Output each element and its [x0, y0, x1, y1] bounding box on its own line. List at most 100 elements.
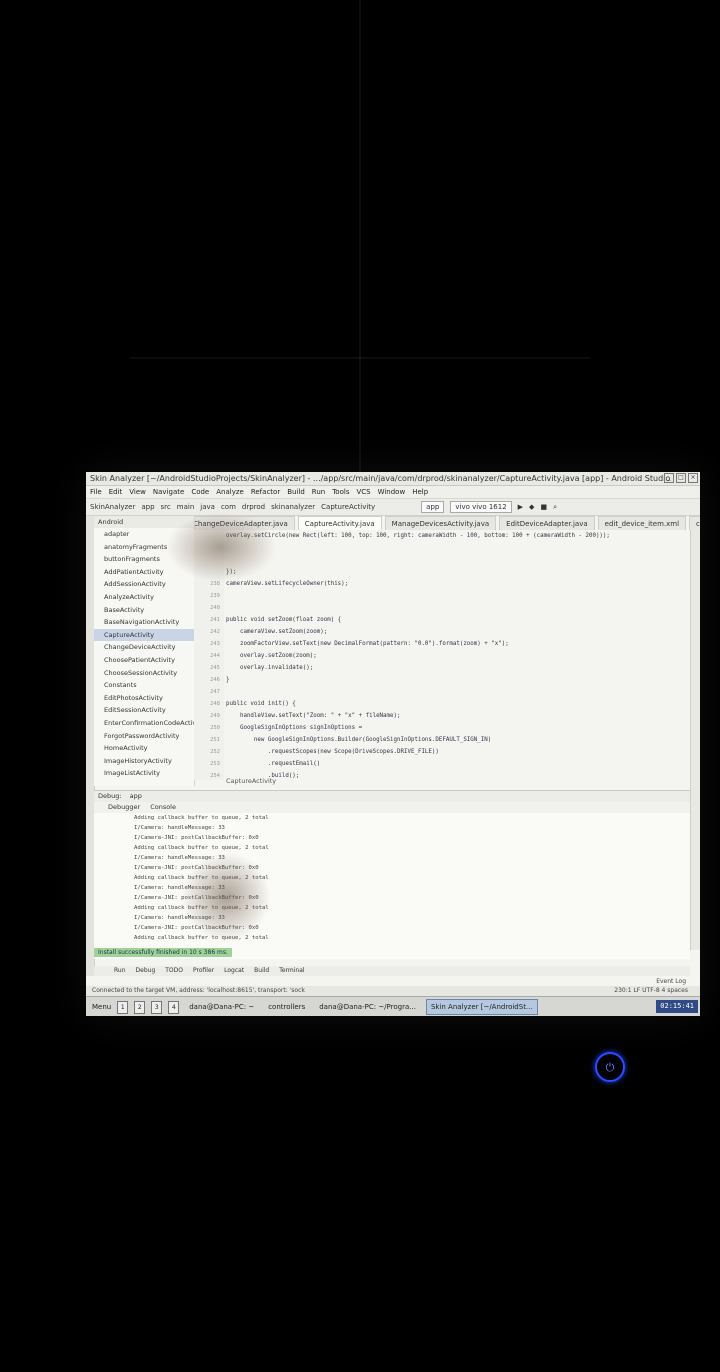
project-item-forgot-password[interactable]: ForgotPasswordActivity — [94, 730, 194, 743]
menu-refactor[interactable]: Refactor — [251, 486, 280, 498]
right-tool-strip[interactable] — [690, 530, 700, 950]
editor-breadcrumb[interactable]: CaptureActivity — [226, 777, 276, 785]
menu-view[interactable]: View — [129, 486, 146, 498]
run-icon[interactable]: ▶ — [518, 499, 523, 515]
tab-choose[interactable]: choose_ — [689, 516, 700, 530]
taskbar-item-terminal[interactable]: dana@Dana-PC: ~ — [185, 997, 258, 1016]
bottom-tab-debug[interactable]: Debug — [136, 966, 156, 976]
taskbar-item-android-studio[interactable]: Skin Analyzer [~/AndroidSt... — [425, 999, 538, 1015]
bottom-tab-logcat[interactable]: Logcat — [224, 966, 244, 976]
menu-analyze[interactable]: Analyze — [216, 486, 244, 498]
status-message: Connected to the target VM, address: 'lo… — [92, 987, 305, 994]
power-button[interactable]: ⏻ — [595, 1052, 625, 1082]
workspace-1[interactable]: 1 — [117, 1001, 129, 1014]
stop-icon[interactable]: ■ — [540, 499, 547, 515]
power-icon: ⏻ — [605, 1060, 615, 1074]
tab-manage-devices-activity[interactable]: ManageDevicesActivity.java — [384, 516, 497, 530]
minimize-icon[interactable]: _ — [664, 473, 674, 483]
taskbar-item-controllers[interactable]: controllers — [264, 997, 309, 1016]
tab-edit-device-adapter[interactable]: EditDeviceAdapter.java — [499, 516, 595, 530]
tab-console[interactable]: Console — [150, 802, 176, 813]
run-config-dropdown[interactable]: app — [421, 501, 445, 513]
menu-bar: File Edit View Navigate Code Analyze Ref… — [86, 486, 700, 499]
debug-config-tab[interactable]: app — [130, 792, 142, 800]
screen-smudge — [181, 852, 271, 942]
nav-path-src[interactable]: src — [161, 499, 171, 515]
nav-path-app[interactable]: app — [141, 499, 154, 515]
line-number: 250 — [210, 725, 220, 731]
project-item-base-navigation[interactable]: BaseNavigationActivity — [94, 616, 194, 629]
taskbar-item-terminal-2[interactable]: dana@Dana-PC: ~/Progra... — [315, 997, 420, 1016]
project-item-image-list[interactable]: ImageListActivity — [94, 767, 194, 780]
project-item-change-device[interactable]: ChangeDeviceActivity — [94, 641, 194, 654]
console-log-line: I/Camera: handleMessage: 33 — [134, 915, 225, 921]
debug-icon[interactable]: ◆ — [529, 499, 534, 515]
bottom-tab-profiler[interactable]: Profiler — [193, 966, 214, 976]
menu-file[interactable]: File — [90, 486, 102, 498]
project-item-choose-session[interactable]: ChooseSessionActivity — [94, 667, 194, 680]
line-number: 242 — [210, 629, 220, 635]
taskbar-clock: 02:15:41 — [656, 1000, 698, 1013]
menu-build[interactable]: Build — [287, 486, 305, 498]
line-number: 252 — [210, 749, 220, 755]
build-success-toast[interactable]: Install successfully finished in 10 s 38… — [94, 948, 232, 957]
code-line: .build(); — [226, 773, 300, 779]
bottom-tab-run[interactable]: Run — [114, 966, 126, 976]
workspace-2[interactable]: 2 — [134, 1001, 146, 1014]
maximize-icon[interactable]: □ — [676, 473, 686, 483]
project-item-choose-patient[interactable]: ChoosePatientActivity — [94, 654, 194, 667]
project-item-add-session[interactable]: AddSessionActivity — [94, 578, 194, 591]
project-item-enter-confirmation[interactable]: EnterConfirmationCodeActivity — [94, 717, 194, 730]
project-item-edit-photos[interactable]: EditPhotosActivity — [94, 692, 194, 705]
project-item-analyze[interactable]: AnalyzeActivity — [94, 591, 194, 604]
code-line: }); — [226, 566, 690, 578]
line-number: 246 — [210, 677, 220, 683]
nav-path-main[interactable]: main — [177, 499, 195, 515]
line-number: 245 — [210, 665, 220, 671]
nav-path-project[interactable]: SkinAnalyzer — [90, 499, 135, 515]
line-number: 243 — [210, 641, 220, 647]
menu-help[interactable]: Help — [412, 486, 428, 498]
device-dropdown[interactable]: vivo vivo 1612 — [450, 501, 512, 513]
workspace-4[interactable]: 4 — [168, 1001, 180, 1014]
event-log-button[interactable]: Event Log — [656, 978, 686, 985]
menu-window[interactable]: Window — [378, 486, 406, 498]
line-number: 240 — [210, 605, 220, 611]
search-icon[interactable]: ⌕ — [553, 499, 557, 515]
bottom-tab-todo[interactable]: TODO — [165, 966, 183, 976]
code-line: .requestScopes(new Scope(DriveScopes.DRI… — [226, 749, 439, 755]
close-icon[interactable]: × — [688, 473, 698, 483]
nav-path-skinanalyzer[interactable]: skinanalyzer — [271, 499, 315, 515]
menu-run[interactable]: Run — [312, 486, 325, 498]
debug-panel: Debug: app Debugger Console Adding callb… — [94, 790, 690, 959]
status-cursor-info[interactable]: 230:1 LF UTF-8 4 spaces — [614, 986, 688, 996]
tab-edit-device-item-xml[interactable]: edit_device_item.xml — [597, 516, 687, 530]
code-line: cameraView.setLifecycleOwner(this); — [226, 581, 349, 587]
tab-capture-activity[interactable]: CaptureActivity.java — [297, 516, 382, 530]
nav-path-drprod[interactable]: drprod — [242, 499, 265, 515]
start-menu-button[interactable]: Menu — [92, 997, 111, 1016]
project-item-edit-session[interactable]: EditSessionActivity — [94, 704, 194, 717]
menu-tools[interactable]: Tools — [332, 486, 349, 498]
workspace-3[interactable]: 3 — [151, 1001, 163, 1014]
code-line: public void setZoom(float zoom) { — [226, 617, 342, 623]
nav-path-class[interactable]: CaptureActivity — [321, 499, 375, 515]
code-editor[interactable]: overlay.setCircle(new Rect(left: 100, to… — [226, 530, 690, 780]
bottom-tab-terminal[interactable]: Terminal — [279, 966, 304, 976]
line-number: 239 — [210, 593, 220, 599]
menu-navigate[interactable]: Navigate — [153, 486, 184, 498]
code-line: GoogleSignInOptions signInOptions = — [226, 725, 363, 731]
project-item-base[interactable]: BaseActivity — [94, 604, 194, 617]
project-item-image-history[interactable]: ImageHistoryActivity — [94, 755, 194, 768]
project-item-home[interactable]: HomeActivity — [94, 742, 194, 755]
menu-edit[interactable]: Edit — [109, 486, 123, 498]
bottom-tab-build[interactable]: Build — [254, 966, 269, 976]
project-item-capture[interactable]: CaptureActivity — [94, 628, 194, 642]
project-item-constants[interactable]: Constants — [94, 679, 194, 692]
menu-code[interactable]: Code — [191, 486, 209, 498]
debug-title-label: Debug: — [98, 792, 122, 800]
console-log-line: Adding callback buffer to queue, 2 total — [134, 935, 269, 941]
menu-vcs[interactable]: VCS — [356, 486, 370, 498]
tab-debugger[interactable]: Debugger — [108, 802, 140, 813]
